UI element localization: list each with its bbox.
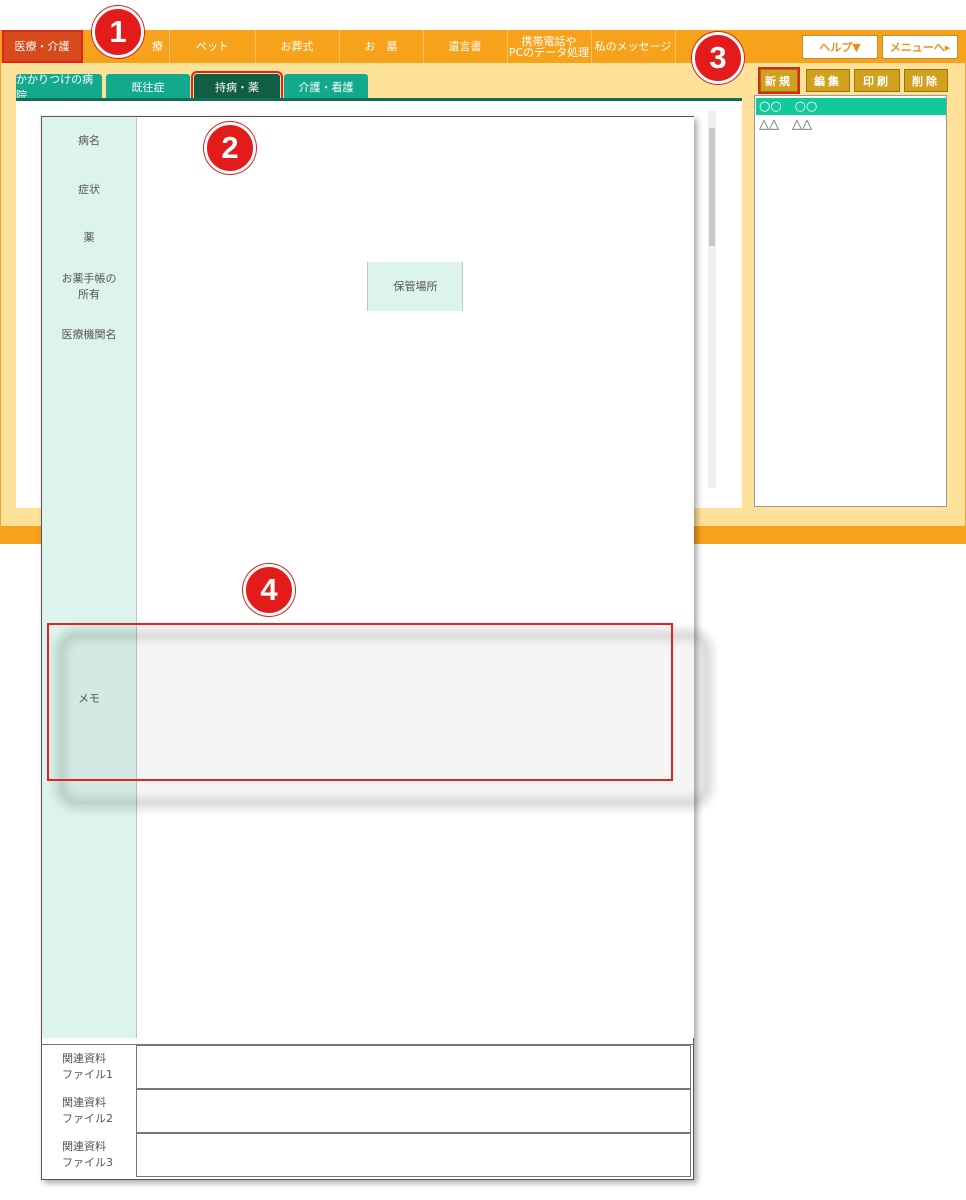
record-list[interactable]: ○○ ○○ △△ △△: [754, 95, 947, 507]
list-item[interactable]: △△ △△: [756, 116, 946, 133]
step-1-badge: 1: [92, 6, 144, 58]
edit-button[interactable]: 編集: [806, 69, 850, 92]
print-button[interactable]: 印刷: [854, 69, 900, 92]
institution-field[interactable]: [136, 311, 694, 360]
notebook-label: お薬手帳の 所有: [42, 262, 136, 312]
storage-label: 保管場所: [367, 262, 463, 312]
nav-pet[interactable]: ペット: [170, 30, 256, 63]
institution-label: 医療機関名: [42, 311, 136, 360]
nav-will[interactable]: 遺言書: [423, 30, 508, 63]
symptoms-field[interactable]: [136, 165, 694, 215]
delete-button[interactable]: 削除: [904, 69, 948, 92]
nav-grave[interactable]: お 墓: [339, 30, 424, 63]
attachments-table: 関連資料 ファイル1 関連資料 ファイル2 関連資料 ファイル3: [42, 1044, 693, 1180]
step-3-badge: 3: [692, 32, 744, 84]
file3-label: 関連資料 ファイル3: [42, 1133, 136, 1177]
nav-device-data[interactable]: 携帯電話や PCのデータ処理: [507, 30, 592, 63]
tab-medical-history[interactable]: 既往症: [106, 74, 190, 99]
notebook-field[interactable]: [136, 262, 368, 312]
nav-my-message[interactable]: 私のメッセージ: [591, 30, 676, 63]
file2-label: 関連資料 ファイル2: [42, 1089, 136, 1133]
scrollbar-thumb[interactable]: [709, 128, 715, 246]
tab-nursing-care[interactable]: 介護・看護: [284, 74, 368, 99]
step-4-badge: 4: [243, 564, 295, 616]
disease-label: 病名: [42, 117, 136, 166]
new-button[interactable]: 新規: [758, 67, 800, 94]
step-2-badge: 2: [204, 122, 256, 174]
help-button[interactable]: ヘルプ▼: [802, 35, 878, 59]
nav-funeral[interactable]: お葬式: [255, 30, 340, 63]
menu-button[interactable]: メニューへ▸: [882, 35, 958, 59]
memo-highlight-box: [47, 623, 673, 781]
file1-label: 関連資料 ファイル1: [42, 1045, 136, 1089]
tab-family-hospital[interactable]: かかりつけの病院: [16, 73, 102, 102]
tab-chronic-medicine[interactable]: 持病・薬: [191, 71, 283, 102]
medicine-label: 薬: [42, 214, 136, 263]
storage-field[interactable]: [462, 262, 694, 312]
symptoms-label: 症状: [42, 165, 136, 215]
file3-field[interactable]: [136, 1133, 691, 1177]
medicine-field[interactable]: [136, 214, 694, 263]
file2-field[interactable]: [136, 1089, 691, 1133]
nav-medical-care[interactable]: 医療・介護: [2, 30, 83, 63]
list-item[interactable]: ○○ ○○: [756, 98, 946, 115]
file1-field[interactable]: [136, 1045, 691, 1089]
